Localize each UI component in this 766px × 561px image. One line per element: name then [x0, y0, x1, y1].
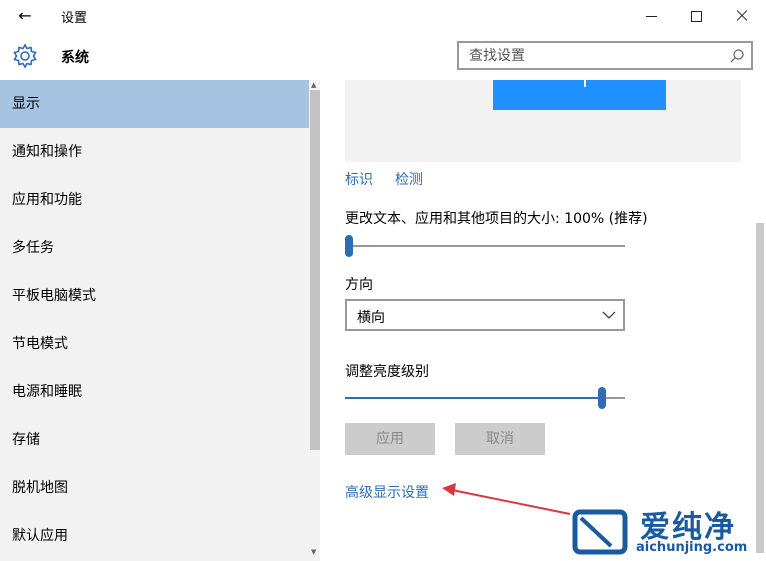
sidebar-item-apps-features[interactable]: 应用和功能 [0, 176, 309, 224]
advanced-display-settings-link[interactable]: 高级显示设置 [345, 482, 429, 502]
page-header: 系统 [0, 32, 766, 80]
search-box[interactable] [457, 41, 753, 70]
sidebar-item-default-apps[interactable]: 默认应用 [0, 512, 309, 560]
identify-link[interactable]: 标识 [345, 169, 373, 189]
back-button[interactable]: ← [12, 6, 38, 26]
orientation-value: 横向 [357, 310, 385, 326]
sidebar-item-power-sleep[interactable]: 电源和睡眠 [0, 368, 309, 416]
scale-label: 更改文本、应用和其他项目的大小: 100% (推荐) [345, 211, 648, 227]
scroll-up-icon[interactable]: ▲ [311, 81, 316, 89]
watermark-url: aichunjing.com [636, 540, 748, 555]
watermark-logo-icon [572, 509, 628, 555]
orientation-dropdown[interactable]: 横向 [345, 299, 625, 331]
maximize-button[interactable] [673, 0, 719, 32]
sidebar-item-battery-saver[interactable]: 节电模式 [0, 320, 309, 368]
scroll-down-icon[interactable]: ▼ [311, 548, 316, 556]
arrow-left-icon: ← [18, 6, 32, 25]
sidebar-item-label: 电源和睡眠 [12, 384, 82, 400]
sidebar-item-label: 存储 [12, 432, 40, 448]
sidebar-item-label: 脱机地图 [12, 480, 68, 496]
sidebar-item-tablet-mode[interactable]: 平板电脑模式 [0, 272, 309, 320]
sidebar-item-label: 显示 [12, 96, 40, 112]
slider-thumb[interactable] [598, 387, 606, 409]
detect-link[interactable]: 检测 [395, 169, 423, 189]
minimize-button[interactable] [629, 0, 675, 32]
sidebar: 显示 通知和操作 应用和功能 多任务 平板电脑模式 节电模式 电源和睡眠 存储 … [0, 80, 320, 561]
sidebar-item-label: 应用和功能 [12, 192, 82, 208]
sidebar-item-notifications[interactable]: 通知和操作 [0, 128, 309, 176]
watermark: 爱纯净 aichunjing.com [568, 500, 764, 560]
gear-icon [13, 43, 37, 69]
sidebar-item-label: 平板电脑模式 [12, 288, 96, 304]
sidebar-item-display[interactable]: 显示 [0, 80, 309, 128]
brightness-slider[interactable] [345, 386, 625, 410]
window-title: 设置 [61, 11, 88, 26]
slider-fill [345, 397, 602, 399]
sidebar-item-label: 默认应用 [12, 528, 68, 544]
monitor-marker [584, 80, 586, 87]
sidebar-scrollbar[interactable]: ▲ ▼ [310, 80, 320, 561]
slider-thumb[interactable] [345, 235, 353, 257]
search-input[interactable] [459, 43, 719, 68]
sidebar-item-label: 节电模式 [12, 336, 68, 352]
brightness-label: 调整亮度级别 [345, 364, 429, 380]
page-title: 系统 [61, 50, 89, 66]
chevron-down-icon [602, 311, 616, 319]
display-settings-panel: 标识 检测 更改文本、应用和其他项目的大小: 100% (推荐) 方向 横向 调… [320, 80, 766, 561]
cancel-button[interactable]: 取消 [455, 423, 545, 455]
sidebar-item-storage[interactable]: 存储 [0, 416, 309, 464]
monitor-1-tile[interactable] [493, 80, 666, 110]
sidebar-item-label: 多任务 [12, 240, 54, 256]
slider-track [345, 245, 625, 247]
sidebar-item-offline-maps[interactable]: 脱机地图 [0, 464, 309, 512]
orientation-label: 方向 [345, 277, 373, 293]
apply-button[interactable]: 应用 [345, 423, 435, 455]
scale-slider[interactable] [345, 234, 625, 258]
sidebar-item-multitasking[interactable]: 多任务 [0, 224, 309, 272]
close-button[interactable] [719, 0, 765, 32]
title-bar: ← 设置 [0, 0, 766, 32]
content-scrollbar[interactable] [754, 80, 766, 561]
sidebar-item-label: 通知和操作 [12, 144, 82, 160]
monitor-preview-area [345, 80, 741, 162]
search-icon[interactable] [729, 48, 745, 64]
sidebar-scroll-thumb[interactable] [310, 90, 320, 450]
